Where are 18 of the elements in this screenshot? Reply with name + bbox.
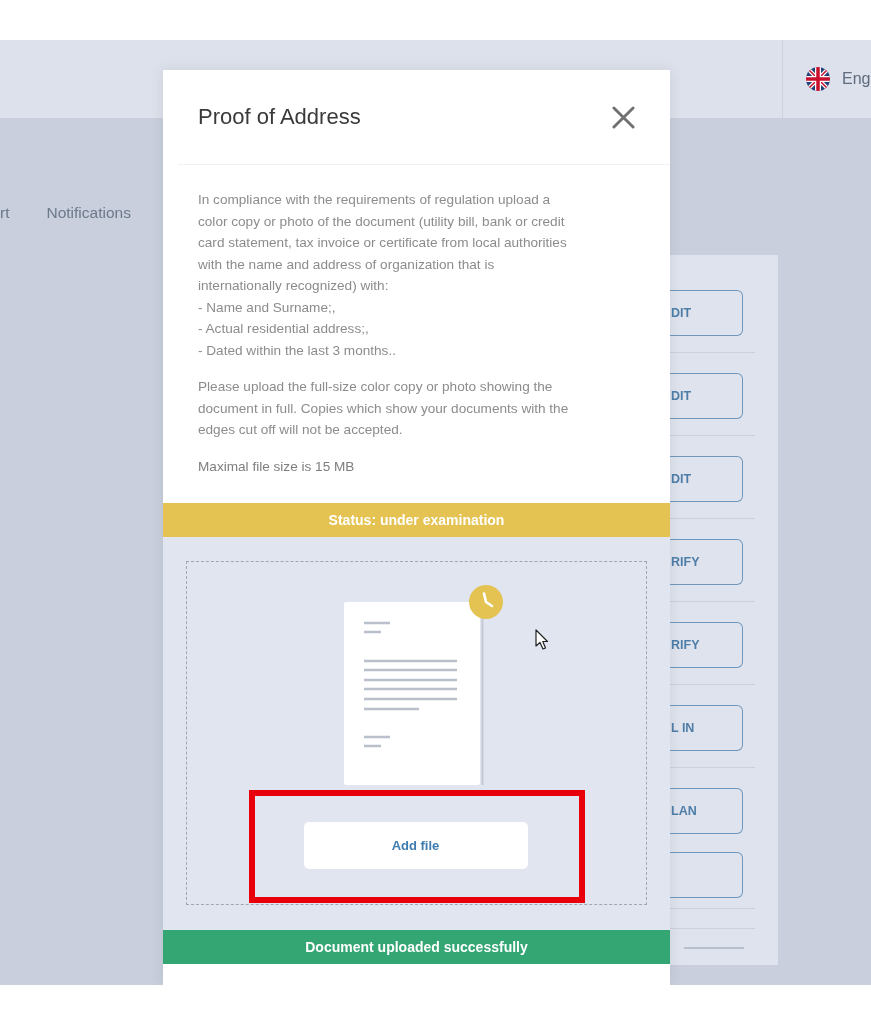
drop-zone[interactable]: Add file [186,561,647,905]
requirement-item: - Actual residential address;, [198,320,370,338]
flag-icon[interactable] [806,67,830,91]
nav-link[interactable]: rt [0,204,10,222]
success-banner: Document uploaded successfully [163,930,670,964]
requirement-item: - Name and Surname;, [198,298,337,317]
modal-title: Proof of Address [198,104,361,130]
clock-icon [468,585,503,619]
status-banner: Status: under examination [163,503,670,537]
close-icon[interactable] [612,105,635,129]
nav-link[interactable]: Notifications [46,204,131,222]
requirement-item: - Dated within the last 3 months.. [198,341,397,360]
cursor-icon [535,629,549,650]
language-selector[interactable]: Eng [842,70,871,88]
file-size-limit: Maximal file size is 15 MB [198,457,356,476]
instructions-text: In compliance with the requirements of regulation upload a color copy or photo of the document (utility bill, bank or credit card statement, tax invoice or certificate from local authorities with the name and address of organization that is internationally recognized) with: [198,191,568,295]
upload-note: Please upload the full-size color copy or photo showing the document in full. Copies which show your documents with the edges cut off will not be accepted. [198,378,570,439]
add-file-button[interactable]: Add file [303,822,528,869]
